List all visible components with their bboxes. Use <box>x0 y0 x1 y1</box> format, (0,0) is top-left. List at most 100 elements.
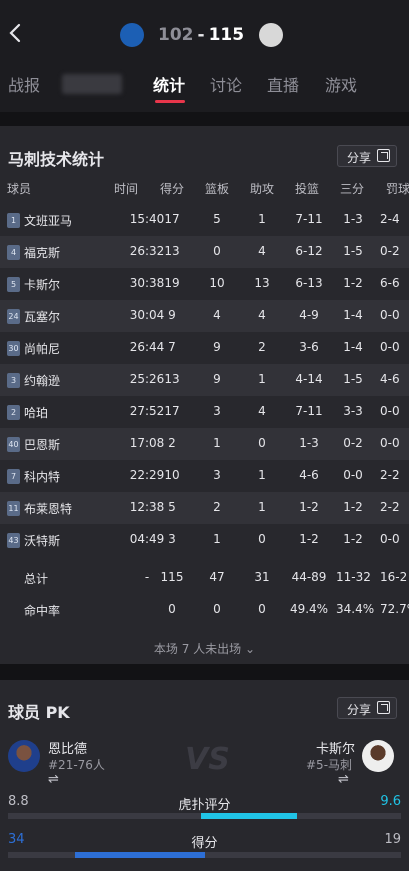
tab-game[interactable]: 游戏 <box>325 72 357 96</box>
col-3p: 三分 <box>340 182 365 196</box>
player-name: 哈珀 <box>24 406 49 420</box>
tab-discussion[interactable]: 讨论 <box>210 72 242 96</box>
metric-rating-fill <box>201 813 297 819</box>
table-row[interactable]: 3 约翰逊 25:26 13 9 1 4-14 1-5 4-6 <box>0 364 409 396</box>
vs-icon: VS <box>185 742 230 777</box>
jersey-number: 40 <box>7 437 20 452</box>
player-ft: 0-0 <box>380 340 400 354</box>
score: 102-115 <box>158 25 248 45</box>
player-assists: 0 <box>258 436 266 450</box>
pk-share-button[interactable]: 分享 <box>337 697 397 719</box>
player-rebounds: 10 <box>209 276 225 290</box>
player-rebounds: 2 <box>213 500 221 514</box>
pct-ft: 72.7% <box>380 602 409 616</box>
player-3p: 1-2 <box>343 276 363 290</box>
col-fg: 投篮 <box>295 182 320 196</box>
player-name: 福克斯 <box>24 246 61 260</box>
jersey-number: 30 <box>7 341 20 356</box>
table-row[interactable]: 30 尚帕尼 26:44 7 9 2 3-6 1-4 0-0 <box>0 332 409 364</box>
player-points: 5 <box>168 500 176 514</box>
table-row[interactable]: 24 瓦塞尔 30:04 9 4 4 4-9 1-4 0-0 <box>0 300 409 332</box>
player-ft: 0-0 <box>380 404 400 418</box>
player-points: 17 <box>164 212 180 226</box>
player-ft: 4-6 <box>380 372 400 386</box>
player-name: 卡斯尔 <box>24 278 61 292</box>
col-player: 球员 <box>7 182 32 196</box>
player-assists: 4 <box>258 244 266 258</box>
player-name: 沃特斯 <box>24 534 61 548</box>
player-rebounds: 1 <box>213 532 221 546</box>
table-row[interactable]: 43 沃特斯 04:49 3 1 0 1-2 1-2 0-0 <box>0 524 409 556</box>
table-row[interactable]: 1 文班亚马 15:40 17 5 1 7-11 1-3 2-4 <box>0 204 409 236</box>
col-points: 得分 <box>160 182 185 196</box>
share-label: 分享 <box>347 703 372 717</box>
player-points: 7 <box>168 340 176 354</box>
metric-points-right: 19 <box>384 832 401 847</box>
pk-right-name[interactable]: 卡斯尔 <box>316 738 355 757</box>
player-name: 科内特 <box>24 470 61 484</box>
jersey-number: 1 <box>7 213 20 228</box>
share-icon <box>377 701 390 714</box>
metric-points-fill <box>75 852 205 858</box>
player-3p: 1-2 <box>343 500 363 514</box>
metric-rating-right: 9.6 <box>380 794 401 809</box>
back-icon[interactable] <box>8 22 28 46</box>
swap-icon[interactable]: ⇌ <box>48 772 59 787</box>
col-rebounds: 篮板 <box>205 182 230 196</box>
home-score: 102 <box>158 25 194 45</box>
swap-icon: ⇌ <box>338 772 349 787</box>
player-fg: 4-14 <box>295 372 323 386</box>
total-reb: 47 <box>209 570 225 584</box>
total-label: 总计 <box>24 572 49 586</box>
player-points: 19 <box>164 276 180 290</box>
player-assists: 1 <box>258 212 266 226</box>
table-row[interactable]: 40 巴恩斯 17:08 2 1 0 1-3 0-2 0-0 <box>0 428 409 460</box>
pct-reb: 0 <box>213 602 221 616</box>
player-name: 尚帕尼 <box>24 342 61 356</box>
player-assists: 1 <box>258 372 266 386</box>
player-points: 3 <box>168 532 176 546</box>
player-rebounds: 3 <box>213 404 221 418</box>
pct-ast: 0 <box>258 602 266 616</box>
tab-report[interactable]: 战报 <box>8 72 40 96</box>
player-3p: 0-2 <box>343 436 363 450</box>
jersey-number: 24 <box>7 309 20 324</box>
share-button[interactable]: 分享 <box>337 145 397 167</box>
tab-stats[interactable]: 统计 <box>153 72 185 96</box>
player-points: 13 <box>164 244 180 258</box>
tab-blurred[interactable] <box>62 74 122 94</box>
total-3p: 11-32 <box>336 570 371 584</box>
table-row[interactable]: 2 哈珀 27:52 17 3 4 7-11 3-3 0-0 <box>0 396 409 428</box>
avatar[interactable] <box>362 740 394 772</box>
player-assists: 2 <box>258 340 266 354</box>
table-row[interactable]: 11 布莱恩特 12:38 5 2 1 1-2 1-2 2-2 <box>0 492 409 524</box>
player-rebounds: 9 <box>213 340 221 354</box>
player-points: 10 <box>164 468 180 482</box>
pk-left-team: #21-76人 <box>48 758 105 772</box>
pk-left-name[interactable]: 恩比德 <box>48 738 87 757</box>
player-fg: 1-3 <box>299 436 319 450</box>
pct-pts: 0 <box>168 602 176 616</box>
metric-rating-label: 虎扑评分 <box>178 798 231 813</box>
table-row[interactable]: 4 福克斯 26:32 13 0 4 6-12 1-5 0-2 <box>0 236 409 268</box>
section-divider <box>0 112 409 126</box>
not-played-toggle[interactable]: 本场 7 人未出场 ⌄ <box>0 640 409 657</box>
table-row[interactable]: 7 科内特 22:29 10 3 1 4-6 0-0 2-2 <box>0 460 409 492</box>
share-icon <box>377 149 390 162</box>
player-fg: 6-13 <box>295 276 323 290</box>
col-ft: 罚球 <box>386 182 409 196</box>
tab-live[interactable]: 直播 <box>267 72 299 96</box>
player-points: 13 <box>164 372 180 386</box>
pct-3p: 34.4% <box>336 602 375 616</box>
player-name: 文班亚马 <box>24 214 73 228</box>
total-fg: 44-89 <box>291 570 327 584</box>
player-ft: 2-2 <box>380 500 400 514</box>
player-rebounds: 4 <box>213 308 221 322</box>
player-rebounds: 1 <box>213 436 221 450</box>
player-ft: 2-2 <box>380 468 400 482</box>
stats-title: 马刺技术统计 <box>8 150 105 169</box>
player-3p: 1-5 <box>343 244 363 258</box>
table-row[interactable]: 5 卡斯尔 30:38 19 10 13 6-13 1-2 6-6 <box>0 268 409 300</box>
avatar[interactable] <box>8 740 40 772</box>
player-points: 9 <box>168 308 176 322</box>
